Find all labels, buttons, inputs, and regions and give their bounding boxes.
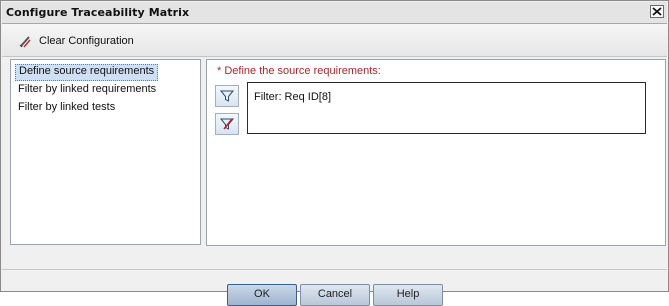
toolbar: Clear Configuration bbox=[2, 24, 667, 57]
ok-button[interactable]: OK bbox=[227, 284, 297, 306]
nav-item-label: Filter by linked requirements bbox=[18, 83, 157, 95]
section-label: * Define the source requirements: bbox=[217, 65, 381, 77]
configure-traceability-dialog: Configure Traceability Matrix Clear Conf… bbox=[0, 0, 669, 306]
footer-divider bbox=[2, 269, 667, 270]
nav-item-filter-linked-requirements[interactable]: Filter by linked requirements bbox=[15, 82, 159, 97]
help-button[interactable]: Help bbox=[373, 284, 443, 306]
cancel-label: Cancel bbox=[317, 288, 353, 300]
clear-configuration-button[interactable]: Clear Configuration bbox=[18, 33, 134, 49]
nav-item-label: Filter by linked tests bbox=[18, 101, 116, 113]
filter-display: Filter: Req ID[8] bbox=[247, 82, 646, 134]
title-bar: Configure Traceability Matrix bbox=[2, 2, 667, 24]
filter-icon bbox=[220, 90, 234, 102]
source-requirements-panel: * Define the source requirements: Filter… bbox=[206, 59, 666, 246]
clear-filter-icon bbox=[220, 118, 234, 130]
steps-list: Define source requirements Filter by lin… bbox=[10, 59, 201, 245]
filter-text: Filter: Req ID[8] bbox=[254, 91, 332, 103]
nav-item-label: Define source requirements bbox=[19, 65, 155, 77]
help-label: Help bbox=[396, 288, 420, 300]
close-icon bbox=[652, 7, 662, 16]
close-button[interactable] bbox=[650, 5, 664, 18]
eraser-icon bbox=[19, 36, 31, 48]
clear-filter-button[interactable] bbox=[215, 113, 239, 135]
nav-item-define-source-requirements[interactable]: Define source requirements bbox=[15, 64, 159, 81]
cancel-button[interactable]: Cancel bbox=[300, 284, 370, 306]
clear-configuration-label: Clear Configuration bbox=[39, 35, 134, 47]
ok-label: OK bbox=[254, 288, 270, 300]
window-title: Configure Traceability Matrix bbox=[6, 6, 190, 19]
nav-item-filter-linked-tests[interactable]: Filter by linked tests bbox=[15, 100, 118, 115]
set-filter-button[interactable] bbox=[215, 85, 239, 107]
